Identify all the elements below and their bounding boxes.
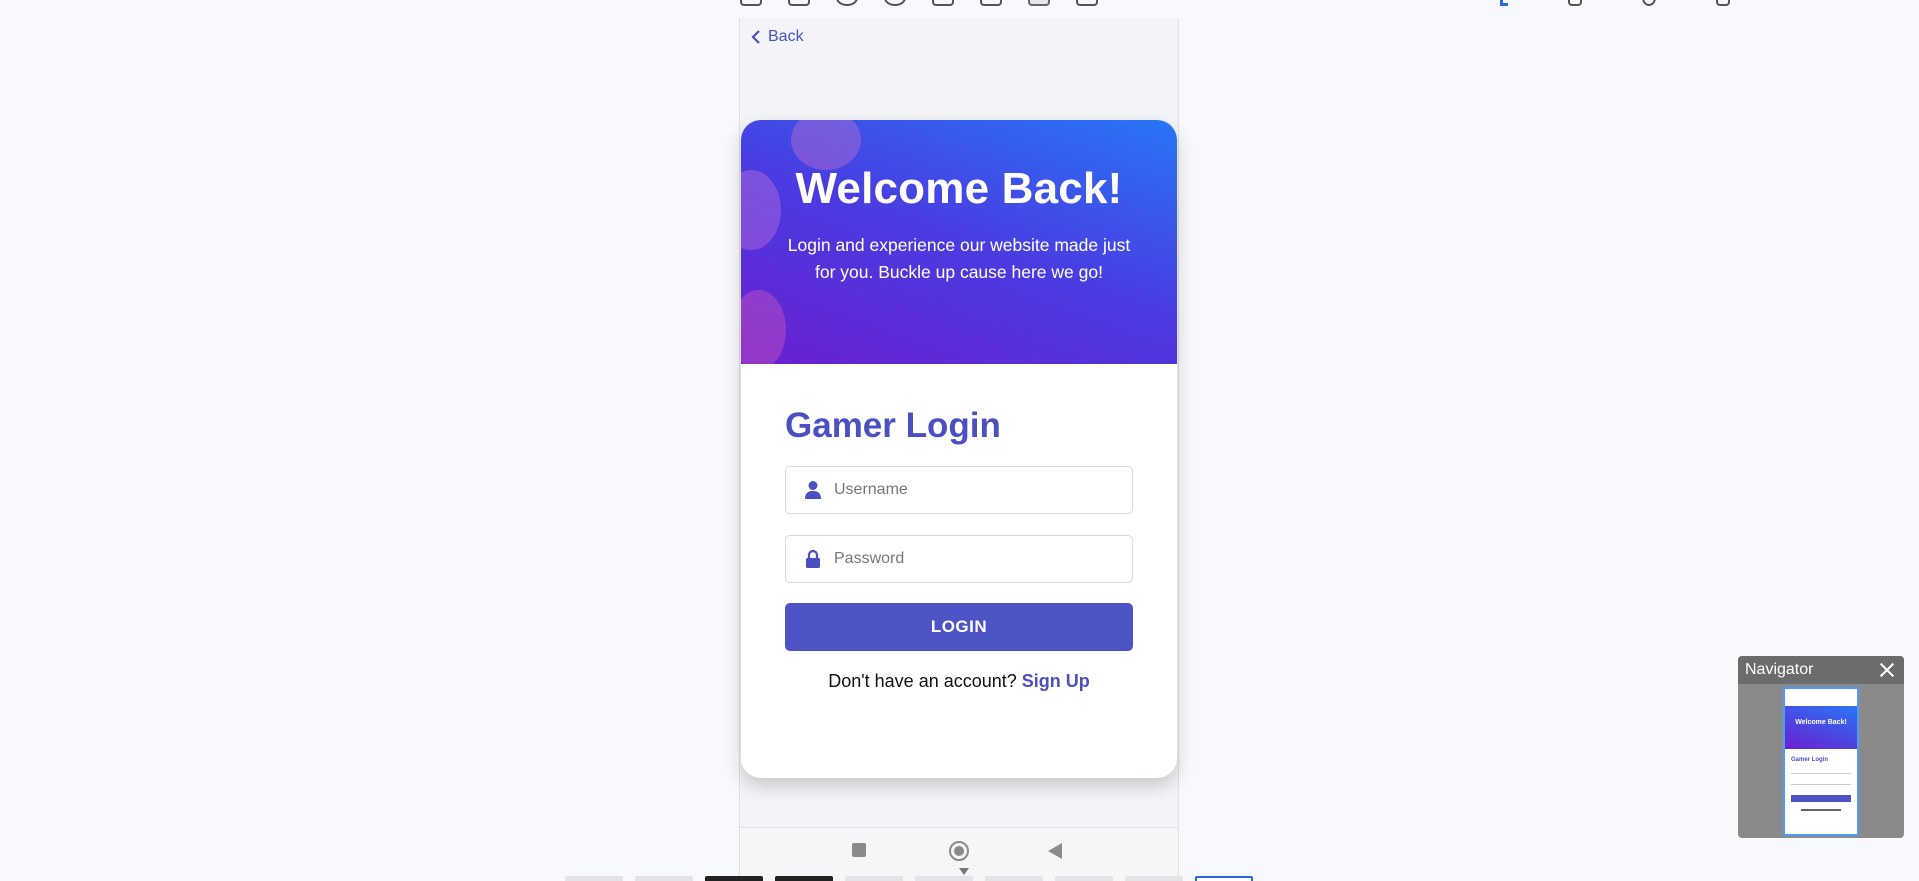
export-icon[interactable] [1716,0,1730,6]
rotate-icon[interactable] [932,0,954,6]
preview-hero: Welcome Back! [1785,706,1857,749]
taskbar-item[interactable] [705,876,763,881]
user-icon [805,481,821,499]
preview-signup [1801,809,1841,811]
preview-button [1791,795,1851,802]
decorative-blob [791,120,861,170]
taskbar-item[interactable] [565,876,623,881]
username-field[interactable] [785,466,1133,514]
check-icon[interactable] [1500,0,1508,6]
hero-banner: Welcome Back! Login and experience our w… [741,120,1177,364]
taskbar-item[interactable] [915,876,973,881]
hero-title: Welcome Back! [795,164,1123,213]
preview-field [1791,779,1851,785]
login-form: Gamer Login LOGIN Don't have an account? [741,364,1177,692]
login-card: Welcome Back! Login and experience our w… [741,120,1177,778]
device-icon[interactable] [1028,0,1050,6]
close-icon[interactable] [1878,661,1896,679]
login-button[interactable]: LOGIN [785,603,1133,651]
recents-button[interactable] [852,843,866,857]
zoom-out-icon[interactable] [884,0,906,6]
taskbar-item[interactable] [1055,876,1113,881]
android-nav-bar [740,827,1178,881]
collapse-arrow-icon[interactable] [959,868,969,875]
password-field[interactable] [785,535,1133,583]
password-input[interactable] [834,550,1132,568]
username-input[interactable] [834,481,1132,499]
taskbar-item[interactable] [775,876,833,881]
signup-prompt: Don't have an account? [828,671,1017,691]
right-toolbar [1500,0,1730,6]
taskbar-item-active[interactable] [1195,876,1253,881]
bottom-taskbar [565,876,1253,881]
search-icon[interactable] [1642,0,1656,6]
signup-link[interactable]: Sign Up [1022,671,1090,691]
decorative-blob [741,290,786,364]
device-frame: Back Welcome Back! Login and experience … [739,18,1179,881]
navigator-panel: Navigator Welcome Back! Gamer Login [1738,656,1904,838]
taskbar-item[interactable] [1125,876,1183,881]
taskbar-item[interactable] [635,876,693,881]
hero-subtitle: Login and experience our website made ju… [787,235,1131,282]
lock-icon [806,549,820,568]
fit-screen-icon[interactable] [740,0,762,6]
chevron-left-icon [751,30,760,44]
screenshot-icon[interactable] [788,0,810,6]
top-toolbar [740,0,1098,8]
home-button[interactable] [949,841,969,861]
taskbar-item[interactable] [985,876,1043,881]
back-label: Back [768,28,804,45]
back-link[interactable]: Back [750,28,804,46]
form-title: Gamer Login [785,406,1001,445]
layers-icon[interactable] [1568,0,1582,6]
zoom-in-icon[interactable] [836,0,858,6]
navigator-title: Navigator [1745,661,1814,678]
preview-form-title: Gamer Login [1791,757,1829,763]
preview-field [1791,768,1851,774]
navigator-header: Navigator [1738,656,1904,684]
taskbar-item[interactable] [845,876,903,881]
back-button[interactable] [1048,843,1062,859]
signup-line: Don't have an account? Sign Up [785,671,1133,692]
copy-icon[interactable] [980,0,1002,6]
settings-icon[interactable] [1076,0,1098,6]
navigator-preview[interactable]: Welcome Back! Gamer Login [1783,687,1859,836]
